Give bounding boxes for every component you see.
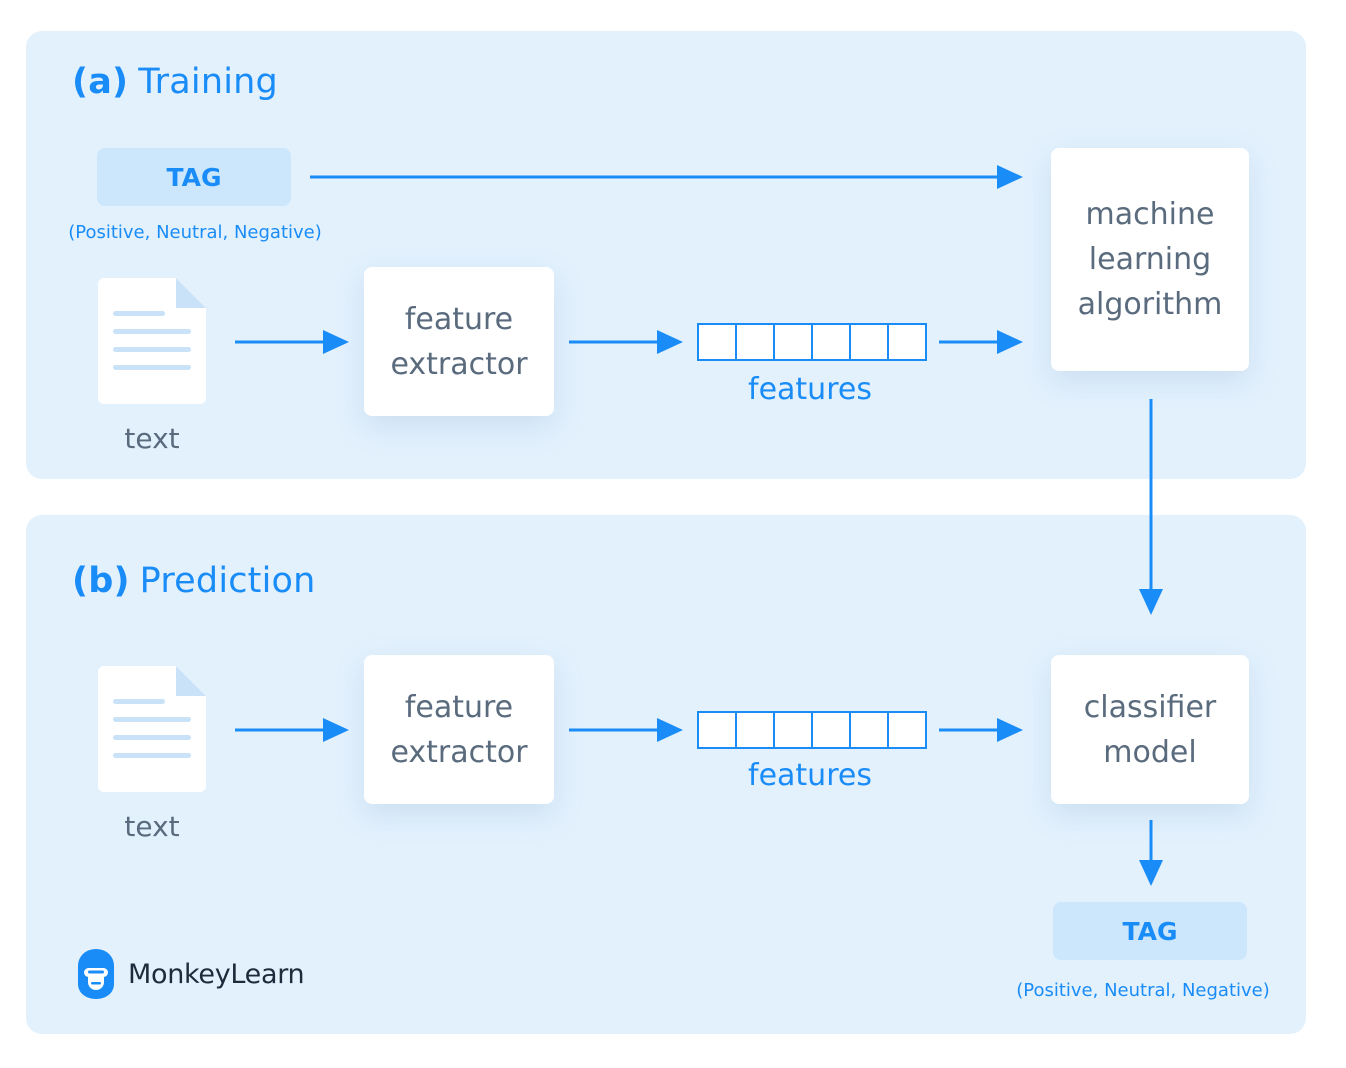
ml-algorithm-label: machine learning algorithm	[1077, 197, 1223, 322]
feature-cell	[851, 713, 889, 747]
feature-cell	[889, 713, 925, 747]
training-features-label: features	[748, 372, 872, 407]
training-document-icon	[98, 278, 206, 404]
prediction-tag-box: TAG	[1053, 902, 1247, 960]
prediction-doc-caption: text	[124, 810, 180, 843]
brand-name: MonkeyLearn	[128, 958, 305, 990]
prediction-title: (b) Prediction	[72, 561, 316, 601]
training-feature-extractor: feature extractor	[364, 267, 554, 416]
feature-cell	[699, 325, 737, 359]
prediction-extractor-label: feature extractor	[390, 689, 528, 770]
training-title: (a) Training	[72, 62, 278, 102]
training-letter: (a)	[72, 62, 129, 102]
prediction-features-vector	[697, 711, 927, 749]
training-doc-caption: text	[124, 422, 180, 455]
prediction-features-label: features	[748, 758, 872, 793]
feature-cell	[775, 713, 813, 747]
prediction-feature-extractor: feature extractor	[364, 655, 554, 804]
feature-cell	[813, 325, 851, 359]
prediction-tag-label: TAG	[1122, 916, 1178, 946]
prediction-tag-sublabel: (Positive, Neutral, Negative)	[1016, 980, 1270, 1001]
training-title-text: Training	[138, 62, 278, 102]
training-extractor-label: feature extractor	[390, 301, 528, 382]
training-tag-box: TAG	[97, 148, 291, 206]
prediction-letter: (b)	[72, 561, 130, 601]
training-tag-sublabel: (Positive, Neutral, Negative)	[68, 222, 322, 243]
classifier-model-box: classifier model	[1051, 655, 1249, 804]
feature-cell	[775, 325, 813, 359]
prediction-title-text: Prediction	[139, 561, 316, 601]
monkey-logo-icon	[78, 949, 114, 999]
feature-cell	[737, 713, 775, 747]
training-features-vector	[697, 323, 927, 361]
feature-cell	[813, 713, 851, 747]
ml-algorithm-box: machine learning algorithm	[1051, 148, 1249, 371]
brand-logo: MonkeyLearn	[76, 948, 305, 1000]
feature-cell	[889, 325, 925, 359]
feature-cell	[851, 325, 889, 359]
classifier-model-label: classifier model	[1083, 689, 1217, 770]
training-tag-label: TAG	[166, 162, 222, 192]
feature-cell	[737, 325, 775, 359]
feature-cell	[699, 713, 737, 747]
prediction-document-icon	[98, 666, 206, 792]
